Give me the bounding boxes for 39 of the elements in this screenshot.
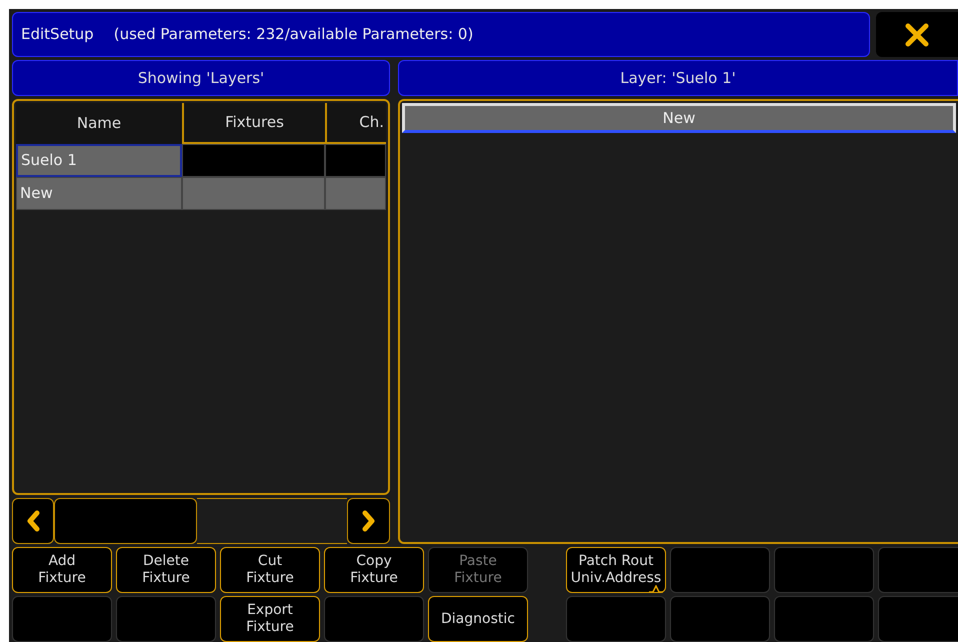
key-button[interactable]: Patch Rout Univ.Address <box>566 547 666 593</box>
empty-key[interactable] <box>878 596 958 642</box>
close-button[interactable] <box>876 12 958 57</box>
key-button[interactable]: Export Fixture <box>220 596 320 642</box>
table-cell[interactable] <box>325 144 386 177</box>
empty-key[interactable] <box>116 596 216 642</box>
column-header[interactable]: Ch. <box>325 103 386 144</box>
new-button[interactable]: New <box>402 103 956 133</box>
empty-key[interactable] <box>324 596 424 642</box>
window-subtitle: (used Parameters: 232/available Parameters: 0) <box>114 24 474 46</box>
panel-header: Showing 'Layers' <box>12 60 390 96</box>
scroll-right-button[interactable] <box>347 498 390 544</box>
key-button[interactable]: Diagnostic <box>428 596 528 642</box>
key-button[interactable]: Copy Fixture <box>324 547 424 593</box>
key-button[interactable]: Cut Fixture <box>220 547 320 593</box>
panel-header: Layer: 'Suelo 1' <box>398 60 958 96</box>
window-title: EditSetup <box>21 24 94 46</box>
table-cell[interactable]: Suelo 1 <box>16 144 182 177</box>
empty-key[interactable] <box>774 547 874 593</box>
key-button[interactable]: Add Fixture <box>12 547 112 593</box>
table-cell[interactable] <box>325 177 386 210</box>
caret-icon <box>649 585 663 593</box>
scroll-thumb[interactable] <box>54 498 197 544</box>
table-cell[interactable]: New <box>16 177 182 210</box>
column-header[interactable]: Name <box>16 103 182 144</box>
table-cell[interactable] <box>182 177 325 210</box>
scroll-left-button[interactable] <box>12 498 54 544</box>
close-icon <box>904 22 930 48</box>
column-header[interactable]: Fixtures <box>182 103 325 144</box>
empty-key[interactable] <box>566 596 666 642</box>
chevron-right-icon <box>362 510 376 532</box>
chevron-left-icon <box>26 510 40 532</box>
empty-key[interactable] <box>878 547 958 593</box>
empty-key[interactable] <box>670 596 770 642</box>
table-cell[interactable] <box>182 144 325 177</box>
empty-key[interactable] <box>774 596 874 642</box>
empty-key[interactable] <box>670 547 770 593</box>
key-button[interactable]: Delete Fixture <box>116 547 216 593</box>
empty-key[interactable] <box>12 596 112 642</box>
